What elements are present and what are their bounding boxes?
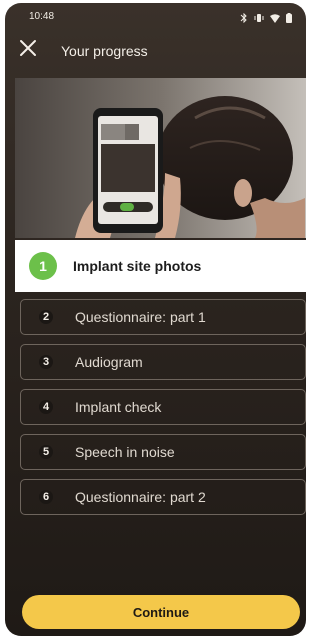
- close-button[interactable]: [17, 37, 39, 59]
- step-speech-in-noise[interactable]: 5 Speech in noise: [20, 434, 306, 470]
- step-number: 5: [39, 445, 53, 459]
- status-bar: 10:48: [5, 3, 306, 29]
- hero-image: [15, 78, 306, 238]
- step-audiogram[interactable]: 3 Audiogram: [20, 344, 306, 380]
- status-icons: [240, 10, 292, 28]
- step-label: Implant check: [75, 399, 162, 415]
- top-app-bar: Your progress: [5, 31, 306, 71]
- current-step[interactable]: 1 Implant site photos: [15, 240, 306, 292]
- current-step-label: Implant site photos: [73, 258, 202, 274]
- step-number: 4: [39, 400, 53, 414]
- app-screen: 10:48 Your progress 1 Implant site photo…: [5, 3, 306, 636]
- step-label: Questionnaire: part 2: [75, 489, 206, 505]
- step-number: 3: [39, 355, 53, 369]
- continue-button[interactable]: Continue: [22, 595, 300, 629]
- wifi-icon: [270, 10, 280, 28]
- step-label: Speech in noise: [75, 444, 175, 460]
- bluetooth-icon: [240, 10, 248, 28]
- step-number: 6: [39, 490, 53, 504]
- vibrate-icon: [254, 10, 264, 28]
- status-time: 10:48: [29, 11, 55, 22]
- step-questionnaire-part-1[interactable]: 2 Questionnaire: part 1: [20, 299, 306, 335]
- step-label: Questionnaire: part 1: [75, 309, 206, 325]
- close-icon: [20, 40, 36, 56]
- battery-icon: [286, 10, 292, 28]
- step-number-badge: 1: [29, 252, 57, 280]
- step-label: Audiogram: [75, 354, 143, 370]
- step-questionnaire-part-2[interactable]: 6 Questionnaire: part 2: [20, 479, 306, 515]
- step-implant-check[interactable]: 4 Implant check: [20, 389, 306, 425]
- step-number: 2: [39, 310, 53, 324]
- page-title: Your progress: [61, 43, 148, 59]
